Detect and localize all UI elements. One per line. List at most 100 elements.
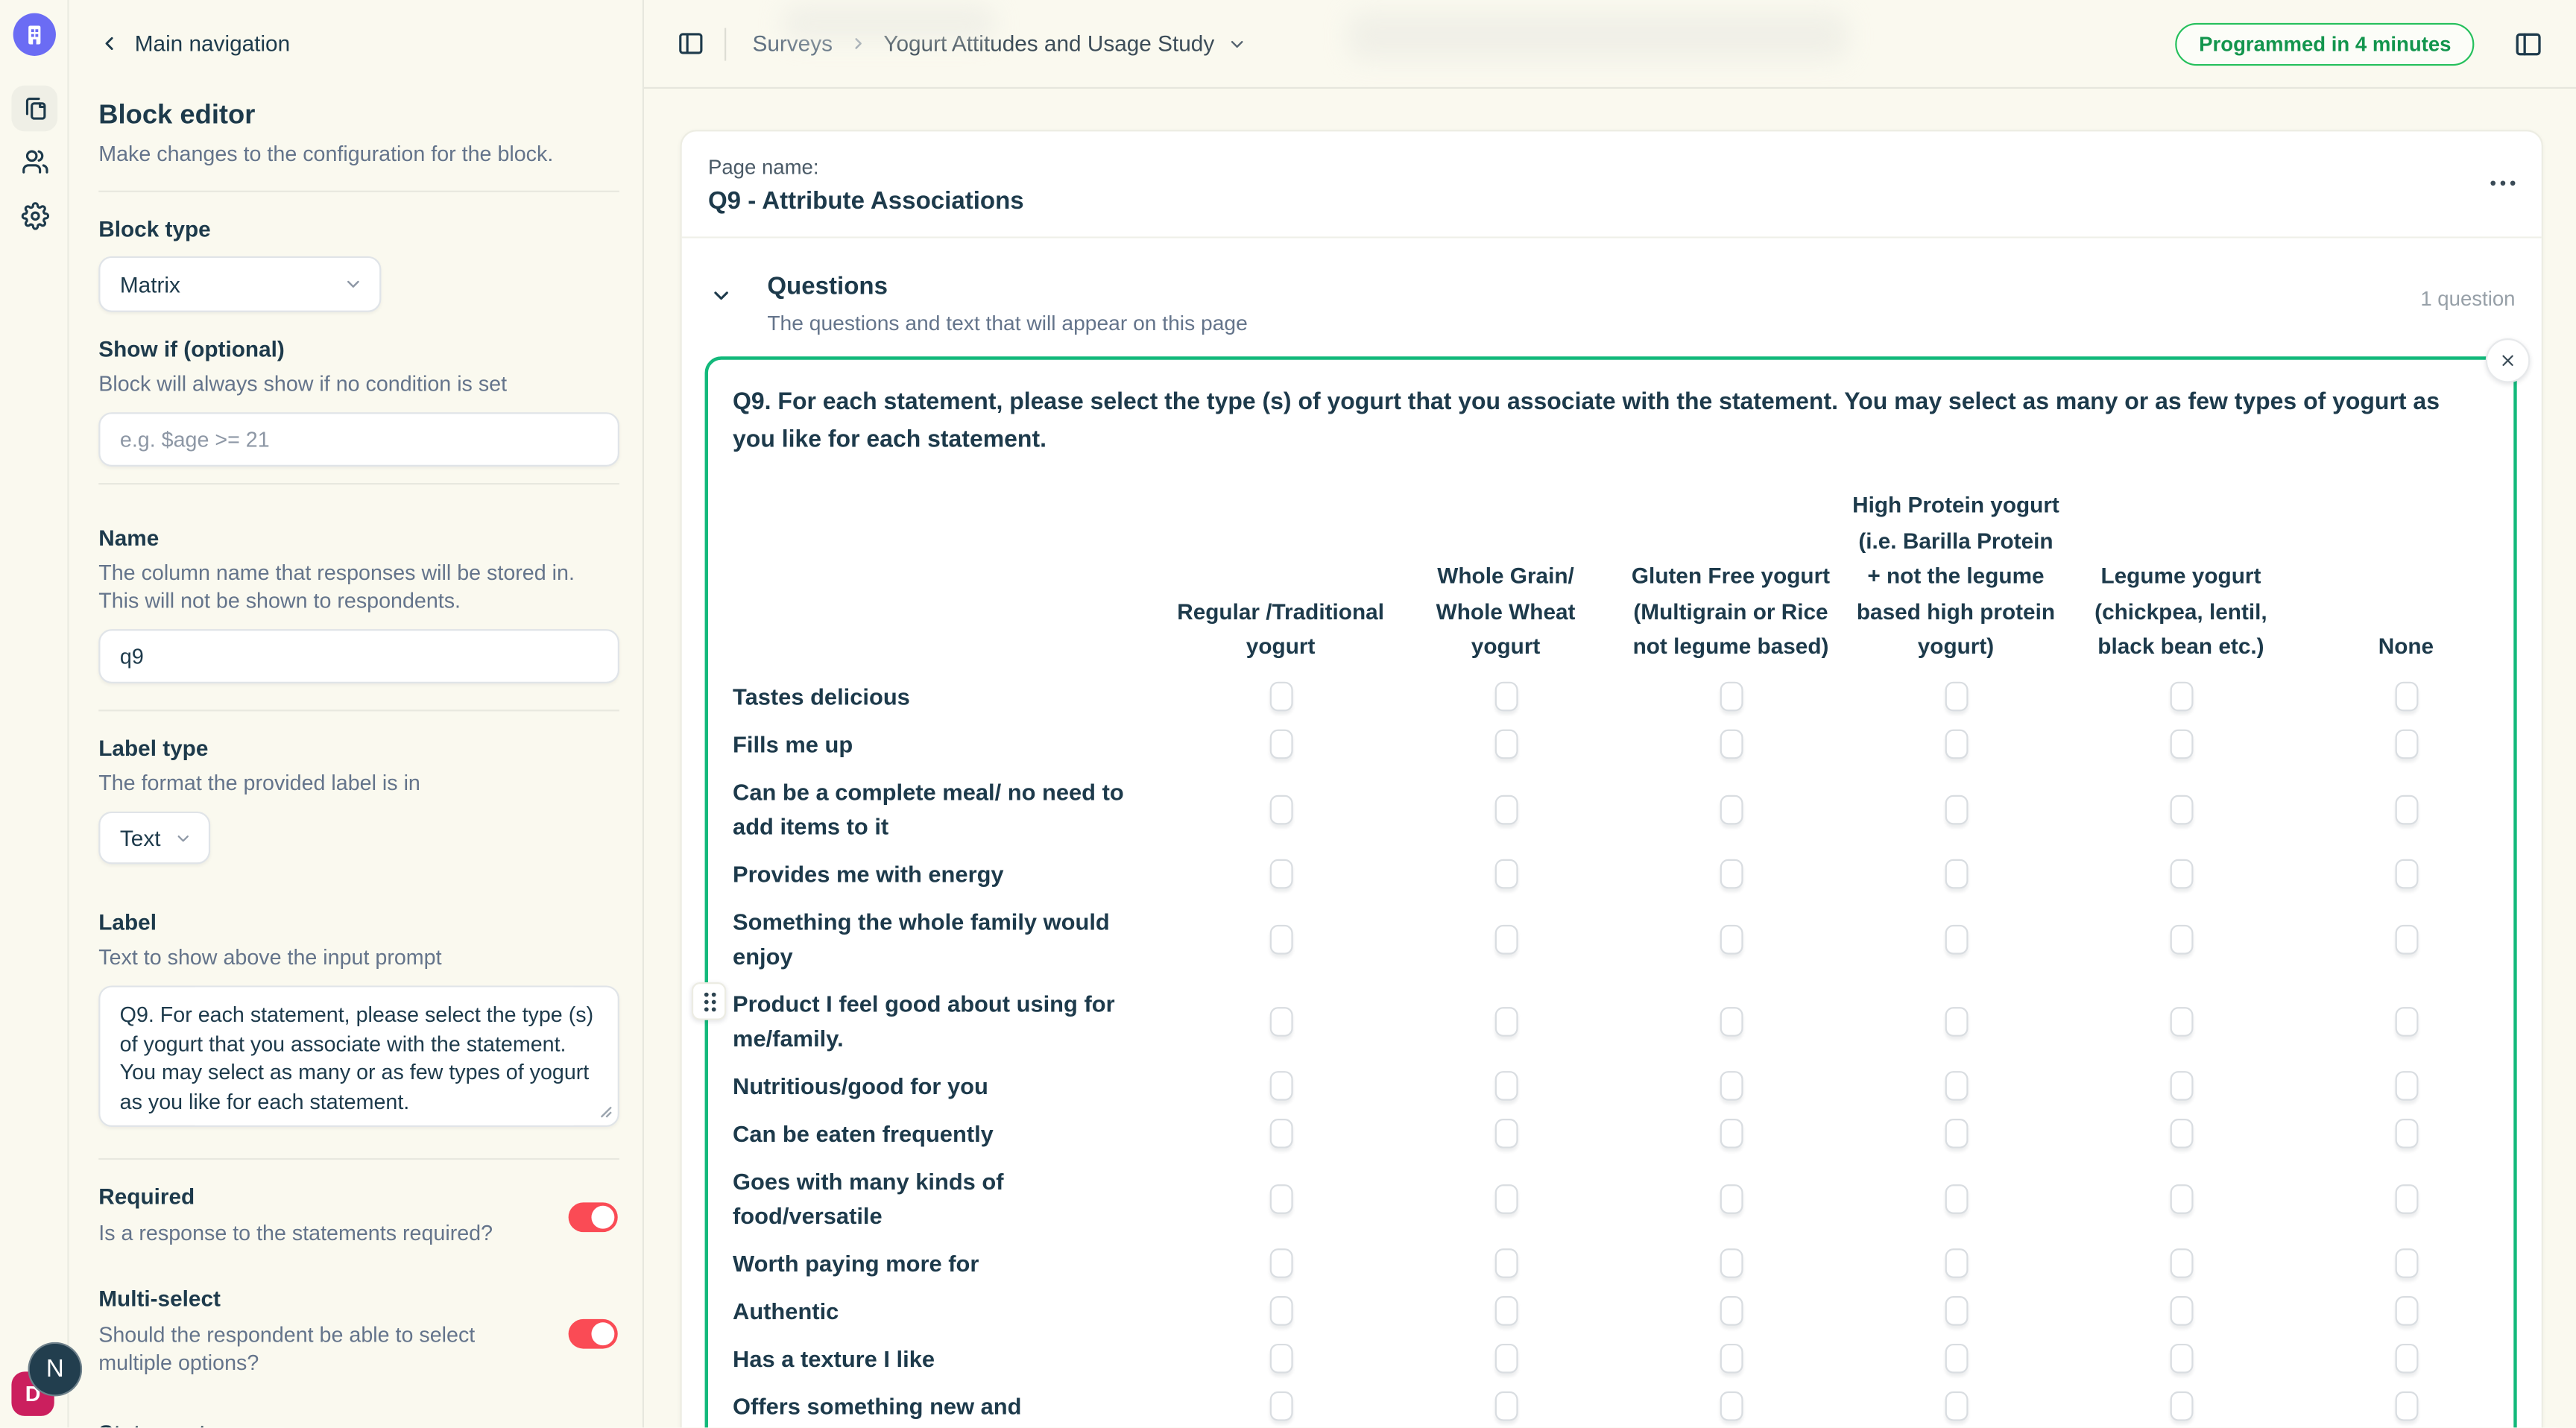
back-to-main-navigation[interactable]: Main navigation <box>98 26 619 59</box>
matrix-checkbox[interactable] <box>2394 1248 2417 1278</box>
matrix-checkbox[interactable] <box>2394 1119 2417 1149</box>
matrix-checkbox[interactable] <box>1720 1184 1743 1213</box>
matrix-checkbox[interactable] <box>2394 1071 2417 1101</box>
matrix-checkbox[interactable] <box>1269 730 1292 759</box>
matrix-checkbox[interactable] <box>2394 794 2417 824</box>
matrix-checkbox[interactable] <box>2170 730 2193 759</box>
matrix-checkbox[interactable] <box>1269 794 1292 824</box>
matrix-checkbox[interactable] <box>1945 1296 1968 1326</box>
matrix-checkbox[interactable] <box>2170 859 2193 889</box>
matrix-checkbox[interactable] <box>2394 1184 2417 1213</box>
matrix-checkbox[interactable] <box>1720 1006 1743 1036</box>
matrix-checkbox[interactable] <box>1720 682 1743 712</box>
matrix-checkbox[interactable] <box>1494 1006 1518 1036</box>
panel-left-toggle-icon[interactable] <box>677 30 704 57</box>
matrix-checkbox[interactable] <box>1720 1344 1743 1374</box>
block-type-select[interactable]: Matrix <box>98 256 381 312</box>
sidebar-item-users[interactable] <box>11 138 57 184</box>
matrix-checkbox[interactable] <box>1945 924 1968 954</box>
matrix-checkbox[interactable] <box>1269 859 1292 889</box>
matrix-checkbox[interactable] <box>2394 1391 2417 1421</box>
matrix-checkbox[interactable] <box>1494 1344 1518 1374</box>
matrix-checkbox[interactable] <box>1269 924 1292 954</box>
sidebar-item-settings[interactable] <box>11 192 57 238</box>
matrix-checkbox[interactable] <box>1494 1248 1518 1278</box>
matrix-checkbox[interactable] <box>1945 1184 1968 1213</box>
matrix-checkbox[interactable] <box>1269 1248 1292 1278</box>
label-textarea[interactable]: Q9. For each statement, please select th… <box>98 985 619 1127</box>
matrix-checkbox[interactable] <box>2170 1296 2193 1326</box>
matrix-checkbox[interactable] <box>1720 1248 1743 1278</box>
matrix-checkbox[interactable] <box>1945 794 1968 824</box>
matrix-checkbox[interactable] <box>1269 682 1292 712</box>
matrix-checkbox[interactable] <box>1720 1119 1743 1149</box>
matrix-checkbox[interactable] <box>2170 1006 2193 1036</box>
label-type-select[interactable]: Text <box>98 812 210 865</box>
matrix-checkbox[interactable] <box>1494 682 1518 712</box>
matrix-checkbox[interactable] <box>1494 924 1518 954</box>
matrix-checkbox[interactable] <box>1494 1071 1518 1101</box>
matrix-checkbox[interactable] <box>2170 1391 2193 1421</box>
matrix-checkbox[interactable] <box>1720 1296 1743 1326</box>
matrix-checkbox[interactable] <box>1494 730 1518 759</box>
sidebar-item-pages[interactable] <box>11 86 57 132</box>
matrix-checkbox[interactable] <box>2394 1344 2417 1374</box>
name-input[interactable] <box>98 629 619 683</box>
matrix-checkbox[interactable] <box>2170 1071 2193 1101</box>
matrix-checkbox[interactable] <box>1269 1391 1292 1421</box>
matrix-checkbox[interactable] <box>1720 1071 1743 1101</box>
matrix-checkbox[interactable] <box>1269 1119 1292 1149</box>
matrix-checkbox[interactable] <box>1945 1344 1968 1374</box>
matrix-checkbox[interactable] <box>1269 1296 1292 1326</box>
matrix-checkbox[interactable] <box>2394 924 2417 954</box>
app-logo[interactable] <box>13 13 56 56</box>
matrix-checkbox[interactable] <box>1494 1119 1518 1149</box>
matrix-checkbox[interactable] <box>1945 730 1968 759</box>
chevron-down-icon[interactable] <box>1228 34 1247 53</box>
matrix-checkbox[interactable] <box>2394 730 2417 759</box>
matrix-checkbox[interactable] <box>2394 1006 2417 1036</box>
matrix-checkbox[interactable] <box>1945 859 1968 889</box>
matrix-checkbox[interactable] <box>1494 794 1518 824</box>
matrix-checkbox[interactable] <box>1945 682 1968 712</box>
drag-handle[interactable] <box>692 982 726 1020</box>
matrix-checkbox[interactable] <box>1720 730 1743 759</box>
matrix-checkbox[interactable] <box>1945 1071 1968 1101</box>
matrix-checkbox[interactable] <box>2170 1344 2193 1374</box>
matrix-checkbox[interactable] <box>1945 1119 1968 1149</box>
matrix-checkbox[interactable] <box>2394 859 2417 889</box>
panel-right-toggle-icon[interactable] <box>2513 29 2543 59</box>
matrix-checkbox[interactable] <box>1269 1006 1292 1036</box>
matrix-checkbox[interactable] <box>1269 1344 1292 1374</box>
matrix-checkbox[interactable] <box>1269 1184 1292 1213</box>
matrix-checkbox[interactable] <box>2170 794 2193 824</box>
multi-select-toggle[interactable] <box>569 1319 618 1349</box>
show-if-label: Show if (optional) <box>98 335 619 363</box>
matrix-checkbox[interactable] <box>1494 1184 1518 1213</box>
required-toggle[interactable] <box>569 1202 618 1232</box>
matrix-checkbox[interactable] <box>1494 1391 1518 1421</box>
matrix-checkbox[interactable] <box>1720 924 1743 954</box>
matrix-checkbox[interactable] <box>1494 1296 1518 1326</box>
matrix-checkbox[interactable] <box>1720 794 1743 824</box>
close-button[interactable] <box>2486 338 2531 383</box>
matrix-checkbox[interactable] <box>1720 859 1743 889</box>
matrix-checkbox[interactable] <box>2170 924 2193 954</box>
ellipsis-menu-icon[interactable] <box>2490 180 2515 186</box>
chevron-down-icon[interactable] <box>710 284 733 315</box>
matrix-checkbox[interactable] <box>1494 859 1518 889</box>
matrix-checkbox[interactable] <box>1945 1391 1968 1421</box>
resize-handle-icon[interactable] <box>599 1097 613 1127</box>
matrix-checkbox[interactable] <box>1945 1248 1968 1278</box>
matrix-checkbox[interactable] <box>2170 1119 2193 1149</box>
matrix-checkbox[interactable] <box>2170 682 2193 712</box>
matrix-checkbox[interactable] <box>2394 682 2417 712</box>
matrix-checkbox[interactable] <box>1720 1391 1743 1421</box>
show-if-input[interactable] <box>98 412 619 467</box>
matrix-checkbox[interactable] <box>2394 1296 2417 1326</box>
matrix-checkbox[interactable] <box>1945 1006 1968 1036</box>
question-block[interactable]: Q9. For each statement, please select th… <box>705 356 2517 1427</box>
matrix-checkbox[interactable] <box>1269 1071 1292 1101</box>
matrix-checkbox[interactable] <box>2170 1184 2193 1213</box>
matrix-checkbox[interactable] <box>2170 1248 2193 1278</box>
